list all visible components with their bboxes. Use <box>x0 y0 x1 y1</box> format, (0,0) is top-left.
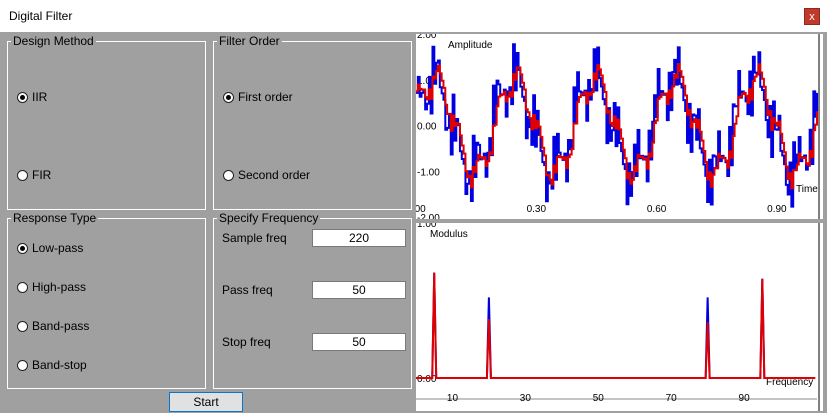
radio-iir[interactable]: IIR <box>17 90 47 104</box>
radio-high-pass-label: High-pass <box>32 280 87 294</box>
window-title: Digital Filter <box>9 9 73 23</box>
amplitude-title: Amplitude <box>448 40 493 51</box>
design-method-group: Design Method IIR FIR <box>7 34 206 210</box>
radio-first-order-label: First order <box>238 90 293 104</box>
modulus-xtick-label: 50 <box>593 393 605 404</box>
radio-low-pass[interactable]: Low-pass <box>17 241 83 255</box>
amplitude-ytick-label: -1.00 <box>417 167 440 178</box>
modulus-plot: 1.00 0.00 10 30 50 70 90 Modulus Frequency <box>416 223 823 411</box>
amplitude-ytick-label: 2.00 <box>417 34 437 41</box>
radio-band-stop-indicator[interactable] <box>17 359 28 371</box>
radio-band-pass[interactable]: Band-pass <box>17 319 89 333</box>
response-type-title: Response Type <box>11 211 99 225</box>
amplitude-xtick-label: 0.00 <box>416 204 426 215</box>
stop-freq-label: Stop freq <box>222 335 271 349</box>
digital-filter-window: Digital Filter x Design Method IIR FIR F… <box>0 0 827 413</box>
modulus-xtick-label: 10 <box>447 393 459 404</box>
modulus-ytick-label: 0.00 <box>417 374 437 385</box>
sample-freq-input[interactable] <box>312 229 406 247</box>
amplitude-xlabel: Time <box>796 184 818 195</box>
radio-first-order[interactable]: First order <box>223 90 293 104</box>
amplitude-chart: 2.001.000.00-1.00-2.000.000.300.600.90Am… <box>416 34 820 219</box>
radio-second-order-indicator[interactable] <box>223 169 234 181</box>
stop-freq-input[interactable] <box>312 333 406 351</box>
radio-low-pass-indicator[interactable] <box>17 242 28 254</box>
amplitude-series-line <box>416 63 818 190</box>
modulus-series-line <box>416 272 816 379</box>
close-button[interactable]: x <box>804 8 820 25</box>
radio-high-pass-indicator[interactable] <box>17 281 28 293</box>
client-area: Design Method IIR FIR Filter Order First… <box>0 32 827 413</box>
amplitude-xtick-label: 0.30 <box>527 204 547 215</box>
design-method-title: Design Method <box>11 34 96 48</box>
radio-band-stop-label: Band-stop <box>32 358 87 372</box>
radio-high-pass[interactable]: High-pass <box>17 280 86 294</box>
modulus-chart: 1.000.0010 30 50 70 90ModulusFrequency <box>416 223 820 411</box>
response-type-group: Response Type Low-pass High-pass Band-pa… <box>7 211 206 389</box>
radio-fir[interactable]: FIR <box>17 168 51 182</box>
pass-freq-label: Pass freq <box>222 283 273 297</box>
radio-fir-label: FIR <box>32 168 52 182</box>
start-button[interactable]: Start <box>169 392 243 412</box>
radio-second-order[interactable]: Second order <box>223 168 310 182</box>
radio-low-pass-label: Low-pass <box>32 241 84 255</box>
radio-band-stop[interactable]: Band-stop <box>17 358 87 372</box>
radio-second-order-label: Second order <box>238 168 311 182</box>
radio-iir-indicator[interactable] <box>17 91 28 103</box>
radio-iir-label: IIR <box>32 90 48 104</box>
filter-order-title: Filter Order <box>217 34 282 48</box>
amplitude-ytick-label: 0.00 <box>417 122 437 133</box>
modulus-xtick-label: 30 <box>520 393 532 404</box>
specify-frequency-title: Specify Frequency <box>217 211 321 225</box>
modulus-title: Modulus <box>430 229 468 240</box>
radio-band-pass-label: Band-pass <box>32 319 90 333</box>
modulus-xtick-label: 90 <box>739 393 751 404</box>
amplitude-xtick-label: 0.90 <box>767 204 787 215</box>
modulus-xtick-label: 70 <box>666 393 678 404</box>
specify-frequency-group: Specify Frequency Sample freq Pass freq … <box>213 211 412 389</box>
title-bar[interactable]: Digital Filter x <box>0 0 827 32</box>
pass-freq-input[interactable] <box>312 281 406 299</box>
filter-order-group: Filter Order First order Second order <box>213 34 412 210</box>
radio-band-pass-indicator[interactable] <box>17 320 28 332</box>
modulus-series-line <box>416 272 816 379</box>
sample-freq-label: Sample freq <box>222 231 287 245</box>
amplitude-plot: 2.001.000.00-1.00-2.000.000.300.600.90Am… <box>416 34 823 219</box>
radio-first-order-indicator[interactable] <box>223 91 234 103</box>
amplitude-xtick-label: 0.60 <box>647 204 667 215</box>
radio-fir-indicator[interactable] <box>17 169 28 181</box>
